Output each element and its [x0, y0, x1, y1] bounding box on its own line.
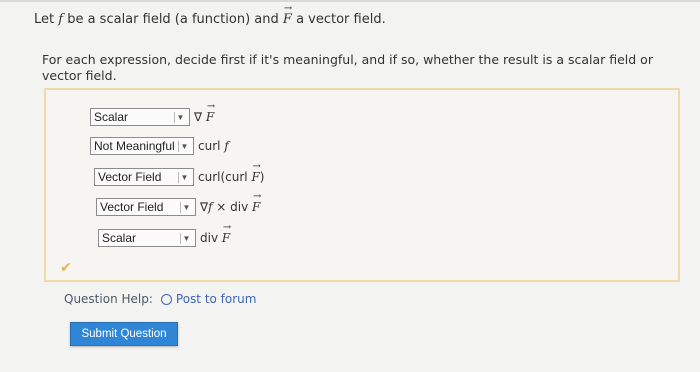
- instructions: For each expression, decide first if it'…: [42, 52, 653, 83]
- expression: curl(curl F): [198, 161, 264, 184]
- answer-dropdown[interactable]: Not Meaningful ▼: [90, 137, 194, 155]
- post-to-forum-link[interactable]: Post to forum: [176, 292, 257, 306]
- chevron-down-icon: ▼: [174, 111, 186, 123]
- expression: ∇ F: [194, 101, 216, 124]
- vector-symbol-F: F: [283, 3, 292, 27]
- expression: curl f: [198, 139, 229, 153]
- question-help: Question Help: Post to forum: [64, 292, 256, 306]
- question-prompt: Let f be a scalar field (a function) and…: [34, 3, 386, 27]
- page-top-border: [0, 0, 700, 2]
- chevron-down-icon: ▼: [178, 171, 190, 183]
- prompt-text: Let: [34, 12, 55, 27]
- dropdown-value: Vector Field: [98, 170, 162, 184]
- answer-dropdown[interactable]: Vector Field ▼: [96, 198, 196, 216]
- answer-box: Scalar ▼ ∇ F Not Meaningful ▼ curl f Vec…: [44, 88, 680, 282]
- scalar-symbol-f: f: [58, 12, 64, 27]
- chevron-down-icon: ▼: [180, 232, 192, 244]
- answer-dropdown[interactable]: Scalar ▼: [90, 108, 190, 126]
- speech-bubble-icon: [160, 293, 172, 305]
- question-row: Scalar ▼ div F: [98, 222, 232, 247]
- dropdown-value: Scalar: [94, 110, 129, 124]
- submit-question-button[interactable]: Submit Question: [70, 322, 178, 346]
- dropdown-value: Vector Field: [100, 200, 164, 214]
- partial-correct-check-icon: ✔: [60, 260, 72, 276]
- dropdown-value: Scalar: [102, 231, 137, 245]
- question-row: Not Meaningful ▼ curl f: [90, 137, 229, 155]
- chevron-down-icon: ▼: [178, 140, 190, 152]
- question-row: Scalar ▼ ∇ F: [90, 101, 216, 126]
- prompt-text: a vector field.: [296, 12, 386, 27]
- question-row: Vector Field ▼ curl(curl F): [94, 161, 264, 186]
- prompt-text: be a scalar field (a function) and: [67, 12, 279, 27]
- expression: ∇f × div F: [200, 191, 262, 214]
- answer-dropdown[interactable]: Vector Field ▼: [94, 168, 194, 186]
- answer-dropdown[interactable]: Scalar ▼: [98, 229, 196, 247]
- question-row: Vector Field ▼ ∇f × div F: [96, 191, 262, 216]
- expression: div F: [200, 222, 232, 245]
- dropdown-value: Not Meaningful: [94, 139, 175, 153]
- chevron-down-icon: ▼: [180, 201, 192, 213]
- help-label: Question Help:: [64, 292, 153, 306]
